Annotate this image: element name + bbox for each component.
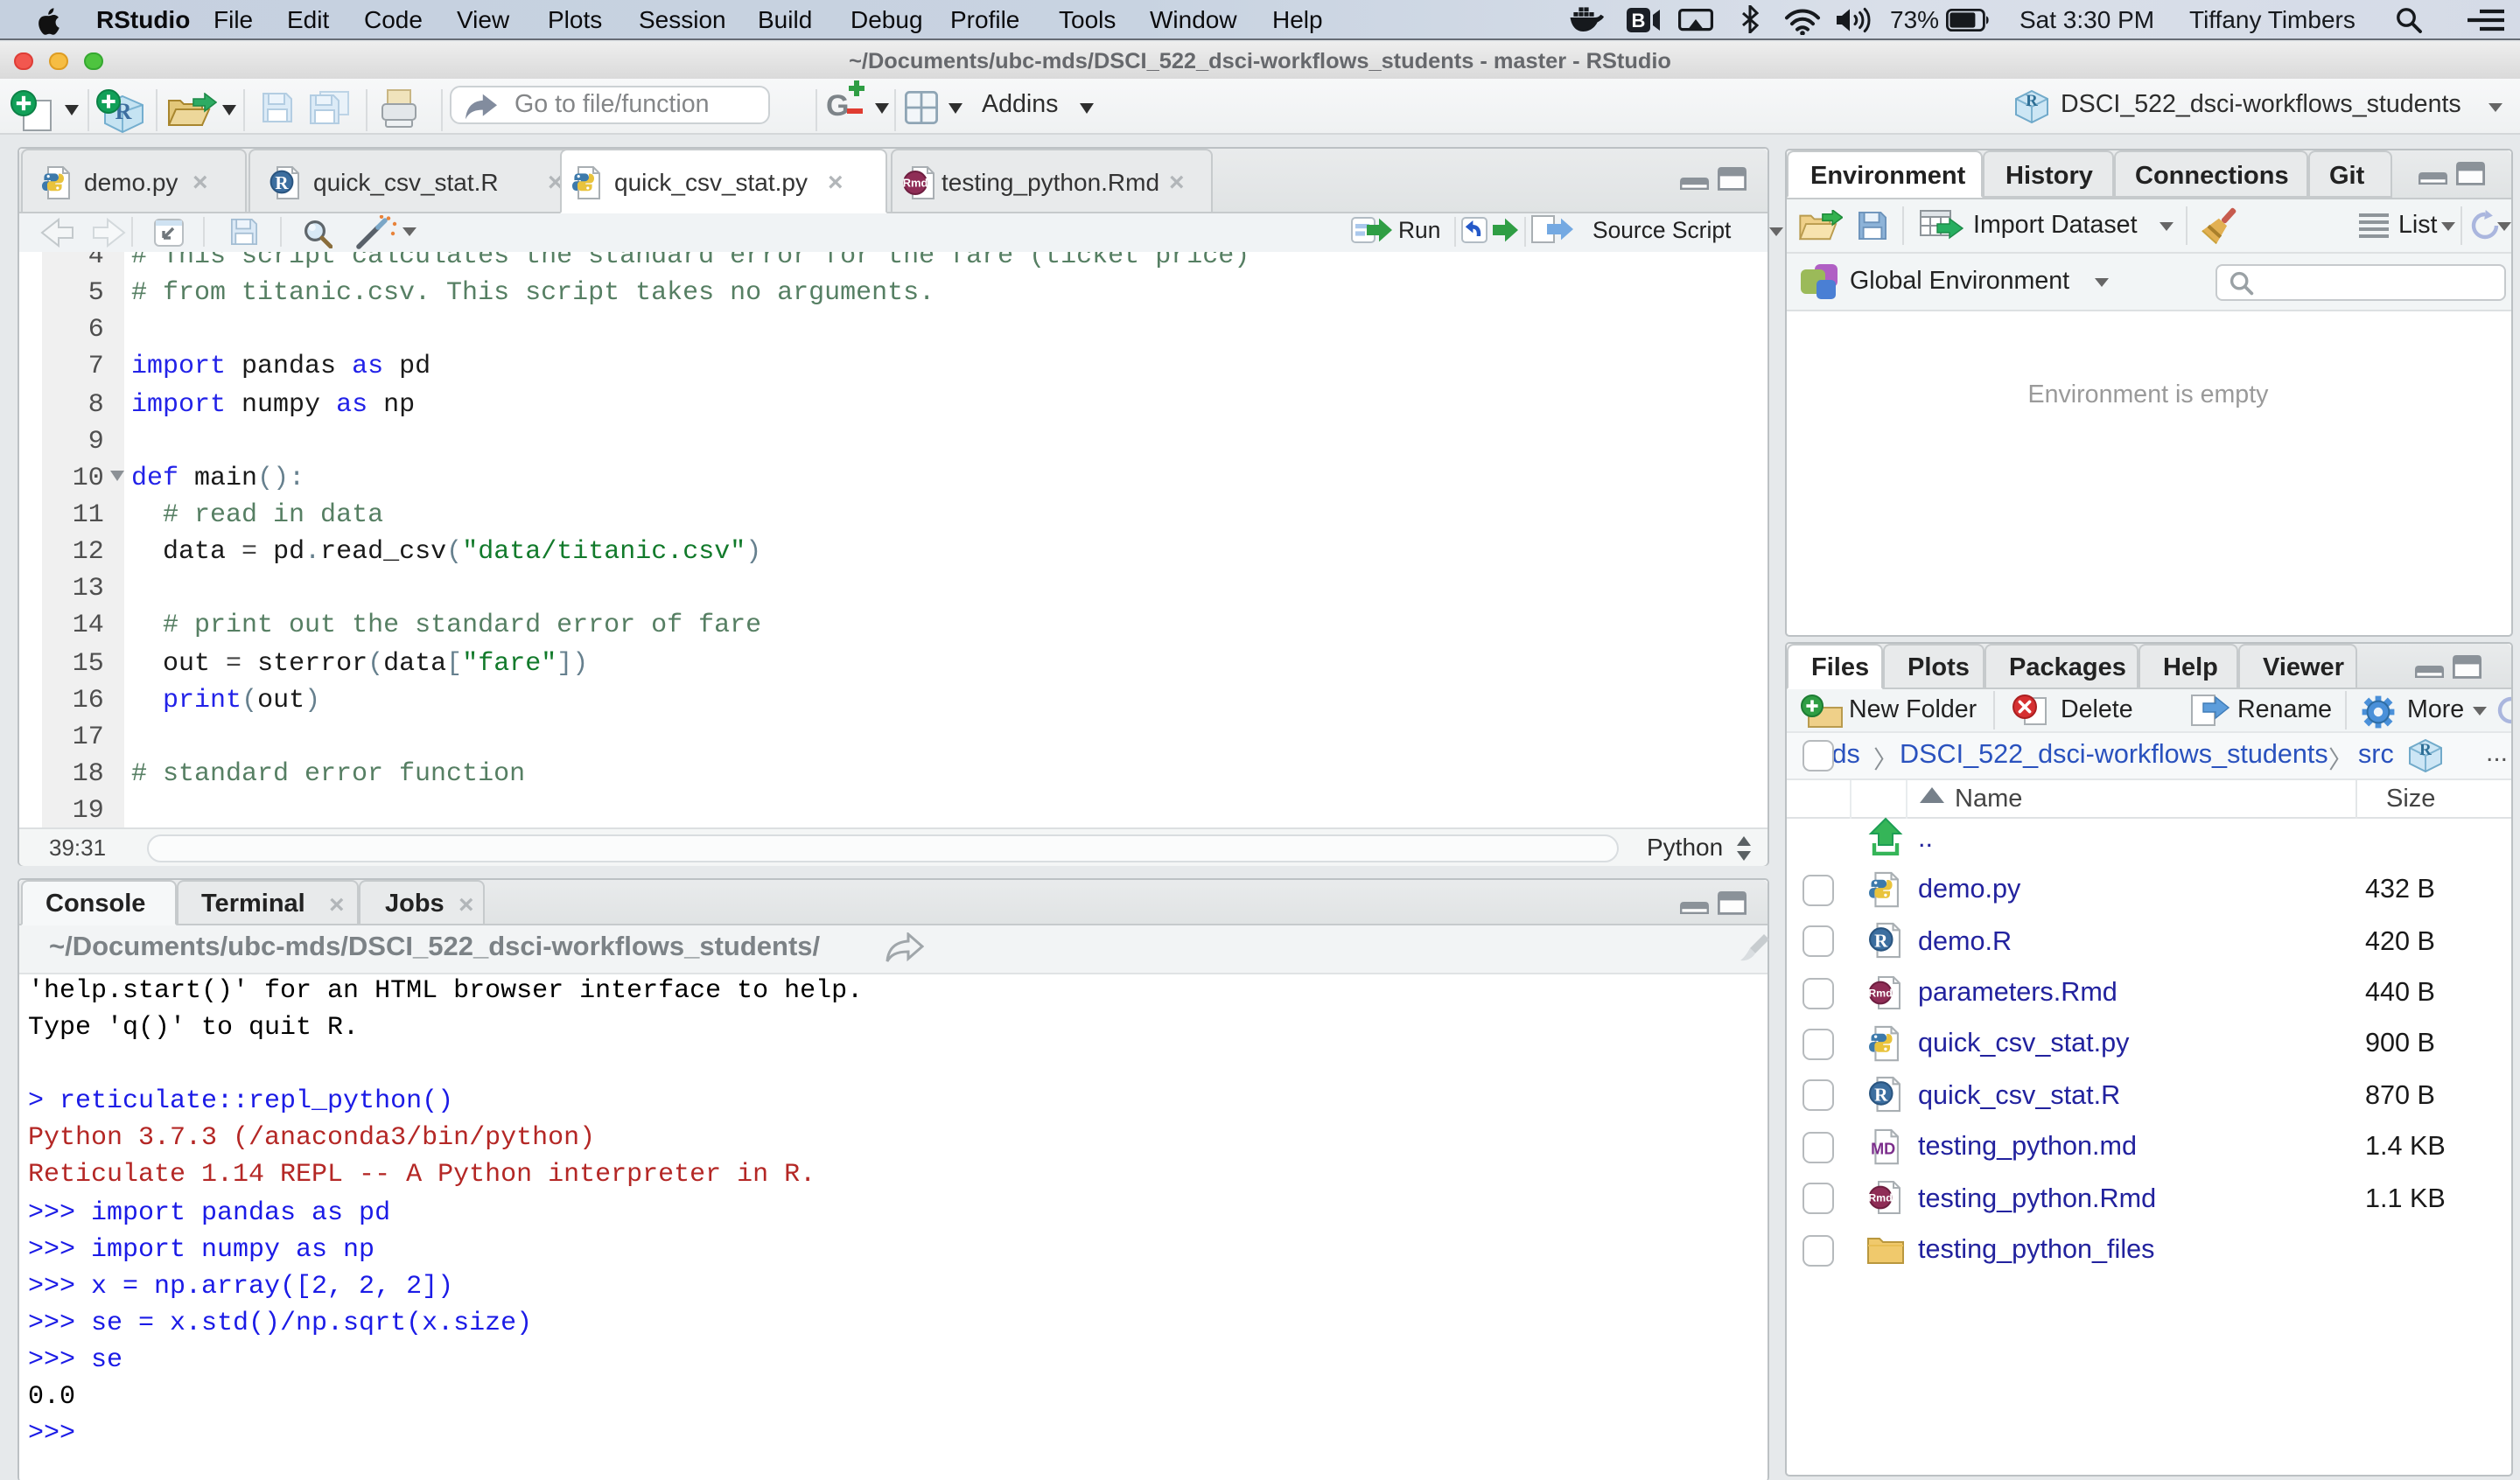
svg-text:Rmd: Rmd <box>1868 986 1892 998</box>
svg-text:MD: MD <box>1870 1140 1894 1157</box>
svg-text:R: R <box>2418 741 2431 759</box>
svg-text:R: R <box>1873 931 1887 952</box>
svg-text:R: R <box>275 171 289 192</box>
svg-text:Rmd: Rmd <box>903 176 928 189</box>
svg-text:R: R <box>1873 1085 1887 1106</box>
svg-text:B: B <box>1631 9 1645 31</box>
svg-text:R: R <box>2026 92 2038 110</box>
svg-text:Rmd: Rmd <box>1868 1192 1892 1204</box>
